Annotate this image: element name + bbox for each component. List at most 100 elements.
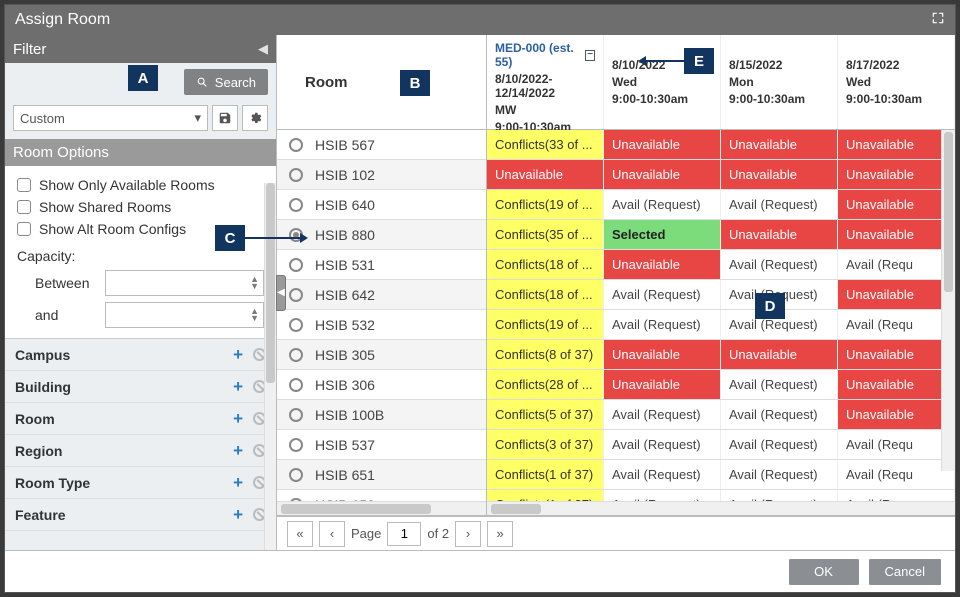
search-button[interactable]: Search bbox=[184, 69, 268, 95]
availability-cell[interactable]: Unavailable bbox=[604, 160, 721, 189]
availability-cell[interactable]: Conflicts(3 of 37) bbox=[487, 430, 604, 459]
availability-cell[interactable]: Unavailable bbox=[487, 160, 604, 189]
room-radio[interactable] bbox=[289, 138, 303, 152]
availability-cell[interactable]: Avail (Request) bbox=[721, 400, 838, 429]
plus-icon[interactable]: + bbox=[233, 506, 243, 523]
availability-cell[interactable]: Unavailable bbox=[838, 190, 955, 219]
availability-cell[interactable]: Avail (Requ bbox=[838, 460, 955, 489]
room-row[interactable]: HSIB 537 bbox=[277, 430, 486, 460]
availability-cell[interactable]: Avail (Request) bbox=[604, 310, 721, 339]
availability-cell[interactable]: Avail (Request) bbox=[604, 190, 721, 219]
availability-cell[interactable]: Conflicts(33 of ... bbox=[487, 130, 604, 159]
availability-cell[interactable]: Conflicts(5 of 37) bbox=[487, 400, 604, 429]
availability-cell[interactable]: Avail (Request) bbox=[721, 460, 838, 489]
checkbox-alt[interactable] bbox=[17, 222, 31, 236]
preset-select[interactable]: Custom ▾ bbox=[13, 105, 208, 131]
plus-icon[interactable]: + bbox=[233, 442, 243, 459]
availability-cell[interactable]: Unavailable bbox=[721, 220, 838, 249]
dates-vscroll[interactable] bbox=[941, 130, 955, 471]
room-row[interactable]: HSIB 306 bbox=[277, 370, 486, 400]
room-row[interactable]: HSIB 567 bbox=[277, 130, 486, 160]
availability-cell[interactable]: Conflicts(1 of 37) bbox=[487, 460, 604, 489]
date-column-header[interactable]: 8/15/2022Mon9:00-10:30am bbox=[721, 35, 838, 129]
date-column-header[interactable]: MED-000 (est. 55) −8/10/2022-12/14/2022M… bbox=[487, 35, 604, 129]
availability-cell[interactable]: Avail (Request) bbox=[604, 490, 721, 501]
splitter-handle[interactable]: ◀ bbox=[276, 275, 286, 311]
availability-cell[interactable]: Unavailable bbox=[604, 250, 721, 279]
filter-category[interactable]: Building+ bbox=[5, 371, 276, 403]
plus-icon[interactable]: + bbox=[233, 410, 243, 427]
collapse-left-icon[interactable]: ◀ bbox=[258, 41, 268, 57]
pager-last[interactable]: » bbox=[487, 521, 513, 547]
availability-cell[interactable]: Unavailable bbox=[721, 160, 838, 189]
availability-cell[interactable]: Conflicts(28 of ... bbox=[487, 370, 604, 399]
availability-cell[interactable]: Unavailable bbox=[838, 400, 955, 429]
availability-cell[interactable]: Selected bbox=[604, 220, 721, 249]
availability-cell[interactable]: Unavailable bbox=[604, 340, 721, 369]
dates-hscroll[interactable] bbox=[487, 501, 955, 515]
availability-cell[interactable]: Unavailable bbox=[604, 130, 721, 159]
room-row[interactable]: HSIB 305 bbox=[277, 340, 486, 370]
availability-cell[interactable]: Avail (Requ bbox=[838, 310, 955, 339]
availability-cell[interactable]: Conflicts(18 of ... bbox=[487, 250, 604, 279]
plus-icon[interactable]: + bbox=[233, 346, 243, 363]
collapse-toggle-icon[interactable]: − bbox=[585, 50, 595, 61]
availability-cell[interactable]: Avail (Requ bbox=[838, 490, 955, 501]
date-column-header[interactable]: 8/17/2022Wed9:00-10:30am bbox=[838, 35, 955, 129]
availability-cell[interactable]: Unavailable bbox=[721, 340, 838, 369]
availability-cell[interactable]: Avail (Request) bbox=[721, 370, 838, 399]
room-hscroll[interactable] bbox=[277, 501, 486, 515]
availability-cell[interactable]: Avail (Request) bbox=[604, 430, 721, 459]
room-radio[interactable] bbox=[289, 318, 303, 332]
availability-cell[interactable]: Conflicts(18 of ... bbox=[487, 280, 604, 309]
room-row[interactable]: HSIB 651 bbox=[277, 460, 486, 490]
availability-cell[interactable]: Unavailable bbox=[838, 220, 955, 249]
capacity-min-input[interactable]: ▲▼ bbox=[105, 270, 264, 296]
availability-cell[interactable]: Conflicts(19 of ... bbox=[487, 310, 604, 339]
room-row[interactable]: HSIB 532 bbox=[277, 310, 486, 340]
room-row[interactable]: HSIB 642 bbox=[277, 280, 486, 310]
pager-prev[interactable]: ‹ bbox=[319, 521, 345, 547]
room-row[interactable]: HSIB 640 bbox=[277, 190, 486, 220]
room-radio[interactable] bbox=[289, 498, 303, 502]
availability-cell[interactable]: Unavailable bbox=[838, 370, 955, 399]
room-radio[interactable] bbox=[289, 468, 303, 482]
cancel-button[interactable]: Cancel bbox=[869, 559, 941, 585]
availability-cell[interactable]: Avail (Request) bbox=[604, 460, 721, 489]
room-radio[interactable] bbox=[289, 198, 303, 212]
room-row[interactable]: HSIB 102 bbox=[277, 160, 486, 190]
availability-cell[interactable]: Unavailable bbox=[721, 130, 838, 159]
availability-cell[interactable]: Avail (Request) bbox=[721, 190, 838, 219]
availability-cell[interactable]: Unavailable bbox=[838, 130, 955, 159]
room-radio[interactable] bbox=[289, 258, 303, 272]
expand-icon[interactable] bbox=[931, 11, 945, 30]
room-row[interactable]: HSIB 531 bbox=[277, 250, 486, 280]
save-preset-button[interactable] bbox=[212, 105, 238, 131]
availability-cell[interactable]: Conflicts(35 of ... bbox=[487, 220, 604, 249]
settings-button[interactable] bbox=[242, 105, 268, 131]
pager-first[interactable]: « bbox=[287, 521, 313, 547]
room-radio[interactable] bbox=[289, 348, 303, 362]
plus-icon[interactable]: + bbox=[233, 378, 243, 395]
availability-cell[interactable]: Unavailable bbox=[838, 340, 955, 369]
availability-cell[interactable]: Avail (Request) bbox=[604, 280, 721, 309]
filter-category[interactable]: Campus+ bbox=[5, 339, 276, 371]
capacity-max-input[interactable]: ▲▼ bbox=[105, 302, 264, 328]
availability-cell[interactable]: Avail (Requ bbox=[838, 430, 955, 459]
room-radio[interactable] bbox=[289, 438, 303, 452]
checkbox-shared[interactable] bbox=[17, 200, 31, 214]
availability-cell[interactable]: Unavailable bbox=[838, 280, 955, 309]
availability-cell[interactable]: Avail (Request) bbox=[721, 250, 838, 279]
room-radio[interactable] bbox=[289, 408, 303, 422]
room-row[interactable]: HSIB 652 bbox=[277, 490, 486, 501]
room-radio[interactable] bbox=[289, 168, 303, 182]
filter-category[interactable]: Region+ bbox=[5, 435, 276, 467]
pager-page-input[interactable] bbox=[387, 522, 421, 546]
checkbox-available[interactable] bbox=[17, 178, 31, 192]
pager-next[interactable]: › bbox=[455, 521, 481, 547]
availability-cell[interactable]: Conflicts(1 of 37) bbox=[487, 490, 604, 501]
availability-cell[interactable]: Conflicts(19 of ... bbox=[487, 190, 604, 219]
availability-cell[interactable]: Avail (Request) bbox=[604, 400, 721, 429]
room-row[interactable]: HSIB 100B bbox=[277, 400, 486, 430]
availability-cell[interactable]: Conflicts(8 of 37) bbox=[487, 340, 604, 369]
